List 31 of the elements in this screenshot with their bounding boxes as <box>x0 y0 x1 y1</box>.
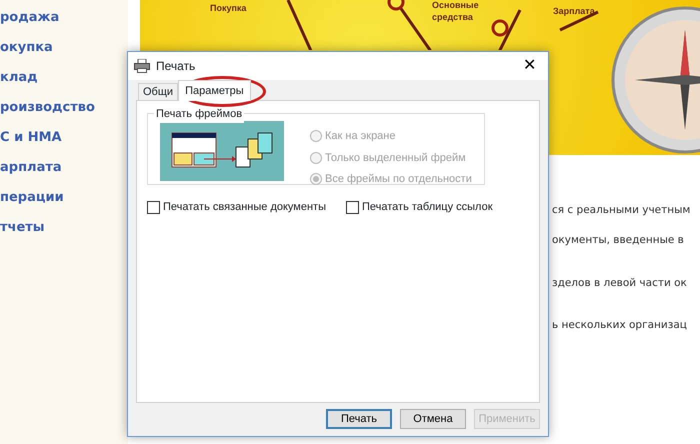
group-title: Печать фреймов <box>154 106 244 122</box>
banner-label: Основные <box>432 0 479 10</box>
sidebar-link[interactable]: перации <box>0 188 128 208</box>
tab[interactable]: Общи <box>138 83 178 100</box>
tab[interactable]: Параметры <box>178 80 251 101</box>
printer-icon <box>134 59 150 73</box>
sidebar-link[interactable]: окупка <box>0 38 128 58</box>
sidebar-link[interactable]: арплата <box>0 158 128 178</box>
compass-icon <box>610 5 700 155</box>
banner-label: Покупка <box>210 3 246 13</box>
checkbox-label: Печатать связанные документы <box>163 200 326 215</box>
dialog-button[interactable]: Печать <box>326 409 392 429</box>
body-text: зделов в левой части ок <box>552 276 688 290</box>
checkbox-label: Печатать таблицу ссылок <box>362 200 493 215</box>
sidebar-link[interactable]: тчеты <box>0 218 128 238</box>
banner-label: средства <box>432 12 473 22</box>
sidebar-link[interactable]: клад <box>0 68 128 88</box>
checkbox[interactable] <box>147 200 160 214</box>
radio-label: Только выделенный фрейм <box>325 150 466 166</box>
checkbox[interactable] <box>346 200 359 214</box>
close-button[interactable]: ✕ <box>517 58 542 74</box>
body-text: окументы, введенные в <box>552 232 685 248</box>
sidebar-link[interactable]: роизводство <box>0 98 128 118</box>
body-text: ь нескольких организац <box>552 318 688 334</box>
radio-label: Как на экране <box>325 129 396 144</box>
body-text: ся с реальными учетным <box>552 203 692 218</box>
window-title: Печать <box>156 58 196 75</box>
sidebar-link[interactable]: С и НМА <box>0 128 128 148</box>
dialog-button[interactable]: Отмена <box>400 409 466 429</box>
sidebar-link[interactable]: родажа <box>0 8 128 28</box>
radio-label: Все фреймы по отдельности <box>325 172 472 187</box>
